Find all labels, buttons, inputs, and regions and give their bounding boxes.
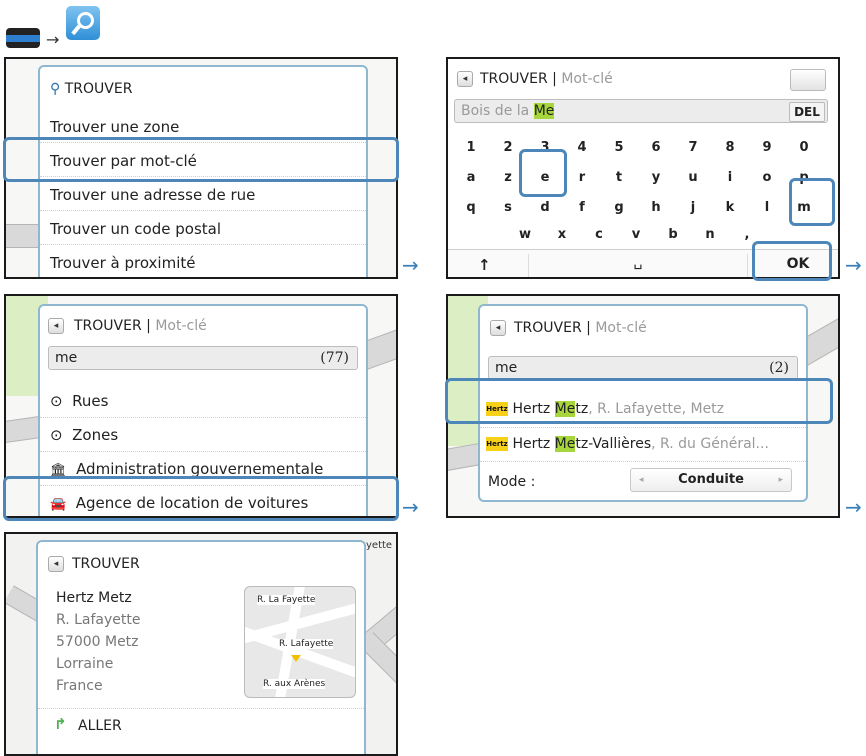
key[interactable]: w (508, 224, 542, 246)
map-label: yette (366, 540, 393, 551)
menu-item-street-address[interactable]: Trouver une adresse de rue (40, 177, 366, 211)
back-button[interactable]: ◂ (48, 556, 64, 572)
menu-item-nearby[interactable]: Trouver à proximité (40, 245, 366, 277)
key[interactable]: n (693, 224, 727, 246)
key[interactable]: o (750, 167, 784, 189)
details-header: TROUVER (72, 556, 140, 572)
chevron-right-icon[interactable]: ▸ (778, 469, 783, 491)
map-street-label: R. Lafayette (279, 639, 334, 649)
location-pin-icon (291, 655, 301, 662)
nav-arrow: → (46, 30, 60, 49)
key[interactable]: s (491, 197, 525, 219)
key[interactable]: d (528, 197, 562, 219)
mode-label: Mode : (488, 474, 536, 490)
map-street-label: R. La Fayette (257, 595, 316, 605)
search-icon: ⚲ (50, 81, 61, 97)
result-item[interactable]: Hertz Hertz Metz-Vallières, R. du Généra… (480, 428, 806, 462)
key[interactable]: g (602, 197, 636, 219)
key[interactable]: q (454, 197, 488, 219)
address-city: 57000 Metz (56, 634, 139, 650)
search-field[interactable]: me (2) (488, 356, 798, 380)
step-arrow-1: → (402, 253, 419, 277)
shift-key[interactable]: ↑ (478, 256, 491, 274)
back-button[interactable]: ◂ (48, 318, 64, 334)
key[interactable]: y (639, 167, 673, 189)
hertz-logo: Hertz (486, 437, 508, 451)
key[interactable]: k (713, 197, 747, 219)
key[interactable]: 0 (787, 137, 821, 159)
screenshot-details: yette ◂ TROUVER Hertz Metz R. Lafayette … (4, 532, 398, 756)
find-header: ⚲ TROUVER (50, 81, 133, 97)
search-input[interactable]: Bois de la Me DEL (454, 99, 828, 123)
go-row[interactable]: ↱ ALLER (38, 708, 364, 743)
back-button[interactable]: ◂ (490, 320, 506, 336)
step-arrow-3: → (402, 495, 419, 519)
go-arrow-icon: ↱ (54, 715, 67, 733)
category-zones[interactable]: ⊙ Zones (40, 418, 366, 452)
target-icon: ⊙ (50, 426, 63, 444)
keyboard-layout-icon[interactable] (790, 69, 826, 91)
key[interactable]: 5 (602, 137, 636, 159)
results-header: TROUVER | Mot-clé (514, 320, 647, 336)
map-thumbnail[interactable]: R. La Fayette R. Lafayette R. aux Arènes (244, 586, 356, 698)
del-button[interactable]: DEL (789, 102, 825, 122)
key[interactable]: u (676, 167, 710, 189)
space-key[interactable]: ␣ (528, 254, 748, 277)
highlight-key-e (519, 149, 567, 197)
key[interactable]: l (750, 197, 784, 219)
menu-item-postcode[interactable]: Trouver un code postal (40, 211, 366, 245)
address-region: Lorraine (56, 656, 114, 672)
highlight-keyword-item (3, 137, 399, 182)
highlight-car-rental (3, 476, 399, 521)
key[interactable]: 8 (713, 137, 747, 159)
key[interactable]: 6 (639, 137, 673, 159)
address-country: France (56, 678, 103, 694)
step-arrow-4: → (845, 495, 862, 519)
key[interactable]: b (656, 224, 690, 246)
key[interactable]: v (619, 224, 653, 246)
key[interactable]: 1 (454, 137, 488, 159)
key[interactable]: 9 (750, 137, 784, 159)
highlight-ok-button (752, 241, 832, 281)
details-panel: ◂ TROUVER Hertz Metz R. Lafayette 57000 … (36, 540, 366, 754)
key[interactable]: h (639, 197, 673, 219)
keyboard-header: TROUVER | Mot-clé (480, 71, 613, 87)
highlight-hertz-metz (445, 378, 833, 424)
search-field[interactable]: me (77) (48, 346, 358, 370)
key[interactable]: r (565, 167, 599, 189)
chevron-left-icon[interactable]: ◂ (639, 469, 644, 491)
key[interactable]: t (602, 167, 636, 189)
place-name: Hertz Metz (56, 590, 132, 606)
key[interactable]: x (545, 224, 579, 246)
category-streets[interactable]: ⊙ Rues (40, 384, 366, 418)
key[interactable]: f (565, 197, 599, 219)
key[interactable]: c (582, 224, 616, 246)
key[interactable]: j (676, 197, 710, 219)
key[interactable]: i (713, 167, 747, 189)
back-button[interactable]: ◂ (457, 71, 473, 87)
map-street-label: R. aux Arènes (263, 679, 326, 689)
result-count: (2) (769, 360, 789, 376)
key[interactable]: 4 (565, 137, 599, 159)
key[interactable]: 7 (676, 137, 710, 159)
step-arrow-2: → (845, 253, 862, 277)
target-icon: ⊙ (50, 392, 63, 410)
menu-bar-icon[interactable] (6, 28, 40, 48)
highlight-key-m (789, 178, 835, 226)
search-icon[interactable] (66, 6, 100, 40)
address-street: R. Lafayette (56, 612, 141, 628)
categories-header: TROUVER | Mot-clé (74, 318, 207, 334)
key[interactable]: a (454, 167, 488, 189)
result-count: (77) (320, 350, 349, 366)
mode-selector[interactable]: ◂ Conduite ▸ (630, 468, 792, 492)
